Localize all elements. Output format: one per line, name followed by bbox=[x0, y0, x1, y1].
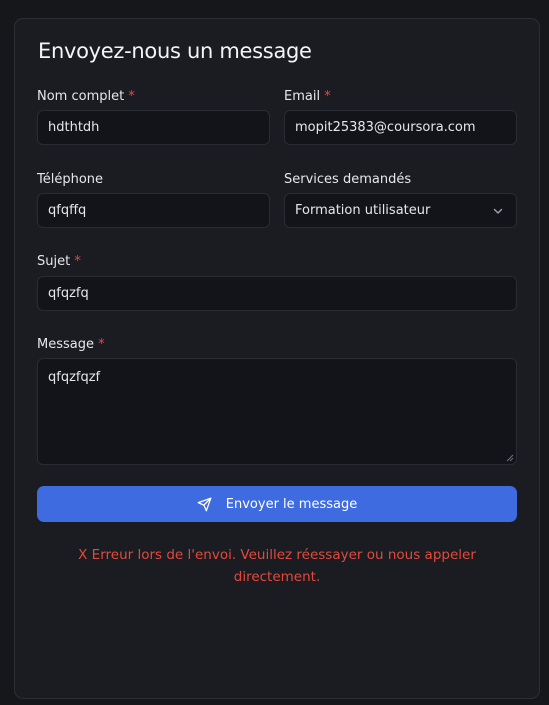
email-input[interactable]: mopit25383@coursora.com bbox=[284, 110, 517, 145]
required-marker: * bbox=[324, 89, 331, 104]
subject-label: Sujet * bbox=[37, 254, 81, 269]
services-label-text: Services demandés bbox=[284, 172, 412, 187]
submit-button-label: Envoyer le message bbox=[225, 496, 358, 512]
name-label: Nom complet * bbox=[37, 89, 135, 104]
services-select-value: Formation utilisateur bbox=[295, 203, 431, 218]
name-input[interactable]: hdthtdh bbox=[37, 110, 270, 145]
required-marker: * bbox=[128, 89, 135, 104]
name-input-value: hdthtdh bbox=[48, 120, 100, 135]
subject-input[interactable]: qfqzfq bbox=[37, 276, 517, 311]
phone-label-text: Téléphone bbox=[37, 172, 104, 187]
phone-label: Téléphone bbox=[37, 172, 103, 187]
submit-button[interactable]: Envoyer le message bbox=[37, 486, 517, 522]
services-label: Services demandés bbox=[284, 172, 411, 187]
phone-input[interactable]: qfqffq bbox=[37, 193, 270, 228]
email-input-value: mopit25383@coursora.com bbox=[295, 120, 476, 135]
subject-input-value: qfqzfq bbox=[48, 286, 89, 301]
resize-handle-icon[interactable] bbox=[506, 454, 514, 462]
email-label-text: Email bbox=[284, 89, 321, 104]
services-select[interactable]: Formation utilisateur bbox=[284, 193, 517, 228]
message-textarea[interactable]: qfqzfqzf bbox=[37, 358, 517, 465]
message-label: Message * bbox=[37, 337, 105, 352]
send-icon bbox=[197, 497, 212, 511]
message-textarea-value: qfqzfqzf bbox=[48, 370, 101, 385]
contact-form-card: Envoyez-nous un message Nom complet * hd… bbox=[14, 18, 540, 699]
email-label: Email * bbox=[284, 89, 331, 104]
error-message: X Erreur lors de l'envoi. Veuillez réess… bbox=[78, 547, 476, 585]
name-label-text: Nom complet bbox=[37, 89, 125, 104]
required-marker: * bbox=[98, 337, 105, 352]
required-marker: * bbox=[74, 254, 81, 269]
chevron-down-icon bbox=[493, 208, 503, 214]
message-label-text: Message bbox=[37, 337, 94, 352]
subject-label-text: Sujet bbox=[37, 254, 71, 269]
form-title: Envoyez-nous un message bbox=[38, 39, 312, 63]
phone-input-value: qfqffq bbox=[48, 203, 87, 218]
